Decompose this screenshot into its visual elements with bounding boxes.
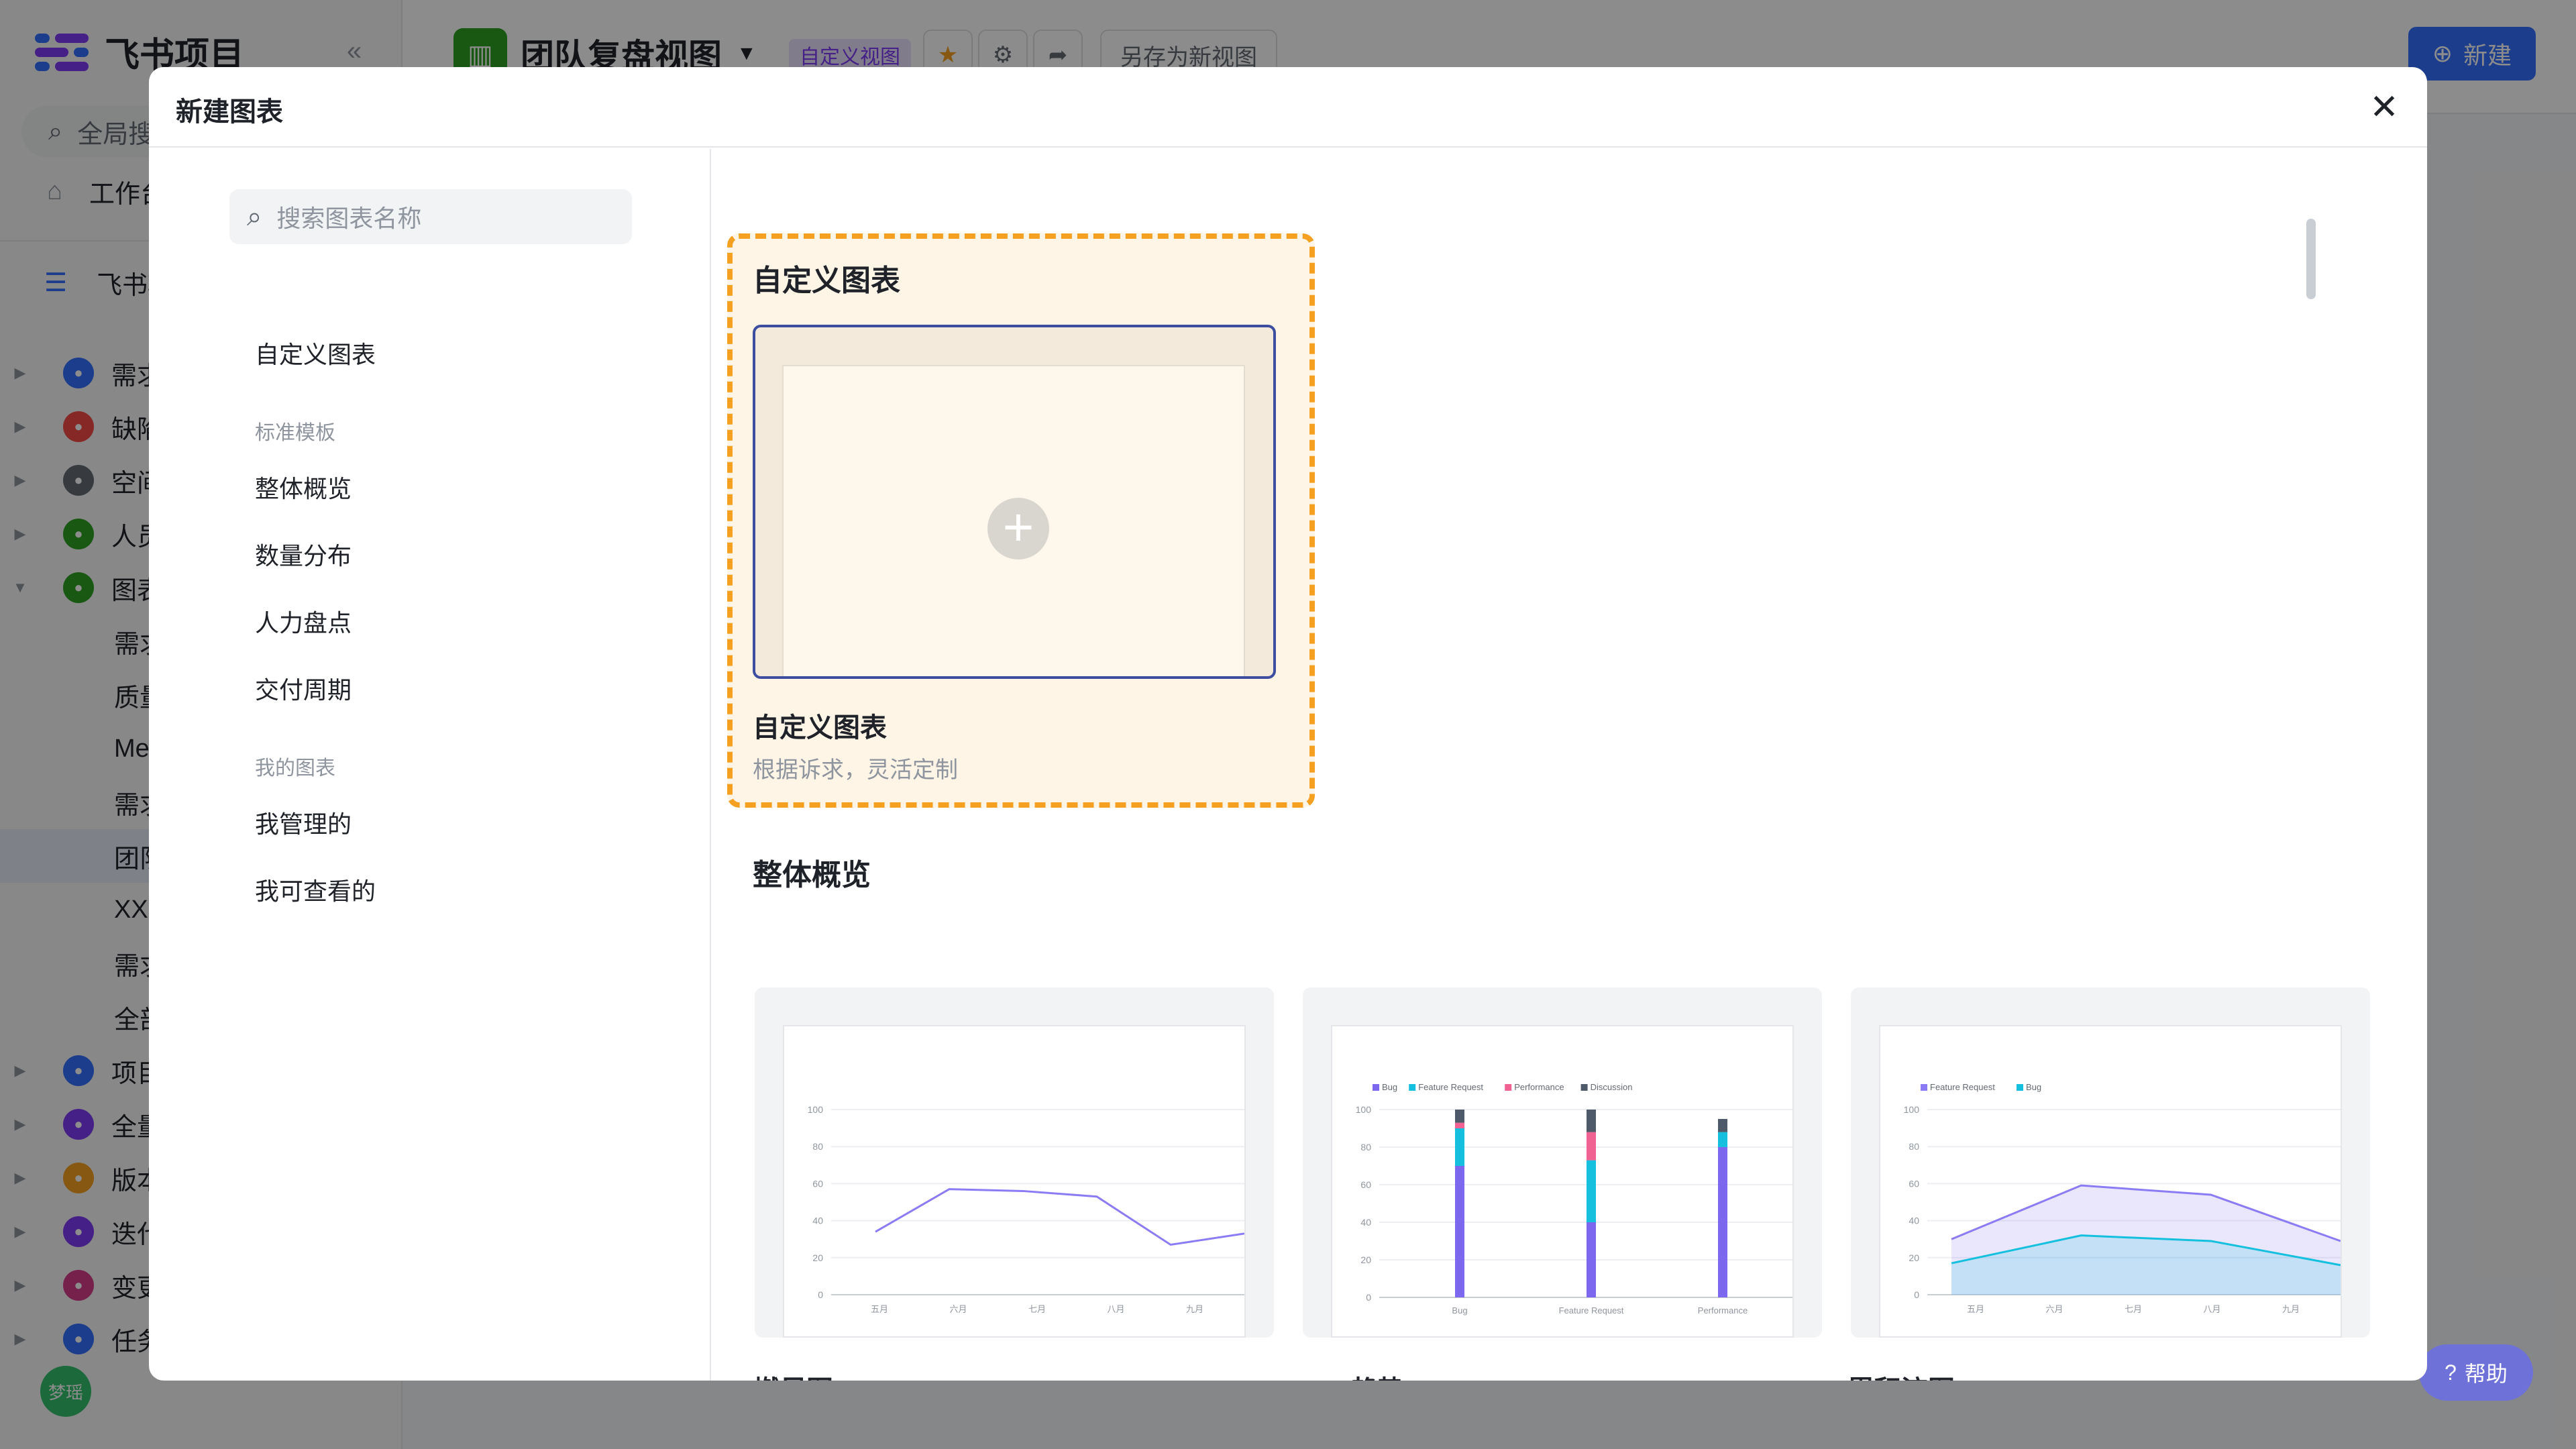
y-tick-label: 0: [1914, 1289, 1919, 1300]
y-tick-label: 80: [1360, 1142, 1371, 1152]
y-tick-label: 20: [1360, 1254, 1371, 1265]
y-tick-label: 80: [812, 1141, 823, 1152]
category-managed-by-me[interactable]: 我管理的: [255, 805, 352, 840]
bar-segment: [1455, 1110, 1464, 1123]
overview-section-title: 整体概览: [753, 859, 871, 892]
category-staffing[interactable]: 人力盘点: [255, 604, 352, 639]
y-tick-label: 60: [1909, 1178, 1919, 1189]
y-tick-label: 100: [1904, 1104, 1920, 1115]
legend-label: Feature Request: [1418, 1082, 1483, 1092]
category-group-mine: 我的图表: [255, 757, 335, 780]
series-line: [875, 1188, 1245, 1246]
close-icon[interactable]: ✕: [2363, 86, 2406, 129]
y-tick-label: 40: [1909, 1216, 1919, 1226]
bar-segment: [1455, 1166, 1464, 1297]
x-tick-label: 六月: [2045, 1304, 2063, 1314]
category-overview[interactable]: 整体概览: [255, 470, 352, 504]
bar-segment: [1718, 1119, 1727, 1132]
y-tick-label: 60: [812, 1178, 823, 1189]
legend-swatch: [1409, 1084, 1416, 1091]
y-tick-label: 0: [1366, 1292, 1371, 1303]
chart-category-panel: ⌕ 搜索图表名称 自定义图表 标准模板 整体概览 数量分布 人力盘点 交付周期 …: [149, 149, 711, 1381]
x-tick-label: 八月: [1108, 1304, 1125, 1314]
cumulative-flow-name: 累积流图: [1847, 1368, 1955, 1381]
burndown-chart-card[interactable]: 0 20 40 60 80 100 五月 六月 七月 八月 九月: [755, 987, 1274, 1338]
x-tick-label: Performance: [1698, 1305, 1748, 1316]
legend-label: Bug: [2026, 1082, 2041, 1092]
bar-segment: [1587, 1222, 1596, 1297]
add-chart-icon: +: [987, 498, 1049, 559]
wip-trend-thumbnail: 0 20 40 60 80 100 Bug Feature Request Performanc…: [1356, 1082, 1792, 1316]
legend-label: Performance: [1514, 1082, 1564, 1092]
y-tick-label: 100: [808, 1104, 824, 1115]
category-delivery-cycle[interactable]: 交付周期: [255, 671, 352, 706]
y-tick-label: 20: [812, 1252, 823, 1263]
burndown-chart-name: 燃尽图: [753, 1368, 833, 1381]
custom-card-description: 根据诉求，灵活定制: [753, 757, 958, 783]
new-chart-dialog: 新建图表 ✕ ⌕ 搜索图表名称 自定义图表 标准模板 整体概览 数量分布 人力盘…: [149, 67, 2427, 1381]
custom-section-title: 自定义图表: [753, 264, 900, 297]
custom-chart-thumbnail: +: [782, 365, 1245, 676]
cumulative-flow-thumbnail: 0 20 40 60 80 100 Feature Request Bug 五月 六月 七月 八月 九月: [1904, 1082, 2341, 1314]
x-tick-label: 五月: [1967, 1304, 1984, 1314]
cumulative-flow-card[interactable]: 0 20 40 60 80 100 Feature Request Bug 五月 六月 七月 八月 九月: [1851, 987, 2370, 1338]
category-custom-chart[interactable]: 自定义图表: [255, 335, 376, 370]
x-tick-label: Feature Request: [1559, 1305, 1624, 1316]
legend-swatch: [2017, 1084, 2023, 1091]
y-tick-label: 40: [812, 1216, 823, 1226]
chart-search-placeholder: 搜索图表名称: [276, 205, 422, 232]
legend-swatch: [1505, 1084, 1512, 1091]
bar-segment: [1718, 1132, 1727, 1147]
x-tick-label: 五月: [871, 1304, 888, 1314]
category-group-standard: 标准模板: [255, 422, 335, 444]
category-viewable-by-me[interactable]: 我可查看的: [255, 872, 376, 907]
y-tick-label: 0: [818, 1289, 823, 1300]
legend-label: Discussion: [1591, 1082, 1633, 1092]
bar-segment: [1455, 1122, 1464, 1128]
x-tick-label: 九月: [2282, 1304, 2300, 1314]
x-tick-label: 六月: [949, 1304, 967, 1314]
category-distribution[interactable]: 数量分布: [255, 537, 352, 572]
legend-label: Bug: [1382, 1082, 1397, 1092]
legend-label: Feature Request: [1930, 1082, 1995, 1092]
burndown-chart-thumbnail: 0 20 40 60 80 100 五月 六月 七月 八月 九月: [808, 1104, 1245, 1314]
custom-chart-card[interactable]: +: [753, 325, 1276, 679]
chart-search-input[interactable]: ⌕ 搜索图表名称: [229, 189, 632, 244]
legend-swatch: [1921, 1084, 1927, 1091]
dialog-title: 新建图表: [176, 97, 283, 127]
wip-trend-name: WIP趋势: [1300, 1368, 1405, 1381]
legend-swatch: [1580, 1084, 1588, 1091]
bar-segment: [1587, 1110, 1596, 1132]
x-tick-label: 九月: [1186, 1304, 1203, 1314]
bar-segment: [1455, 1128, 1464, 1166]
y-tick-label: 60: [1360, 1179, 1371, 1190]
bar-segment: [1587, 1132, 1596, 1161]
bar-segment: [1587, 1160, 1596, 1222]
legend-swatch: [1373, 1084, 1379, 1091]
question-icon: ?: [2445, 1360, 2457, 1385]
help-button-label: 帮助: [2464, 1362, 2508, 1386]
bar-segment: [1718, 1147, 1727, 1297]
custom-card-name: 自定义图表: [753, 713, 887, 743]
y-tick-label: 40: [1360, 1217, 1371, 1228]
x-tick-label: 八月: [2204, 1304, 2221, 1314]
wip-trend-card[interactable]: 0 20 40 60 80 100 Bug Feature Request Performanc…: [1303, 987, 1822, 1338]
x-tick-label: 七月: [1028, 1304, 1046, 1314]
y-tick-label: 20: [1909, 1252, 1919, 1263]
dialog-header: 新建图表 ✕: [149, 67, 2427, 148]
search-icon: ⌕: [247, 201, 262, 231]
y-tick-label: 80: [1909, 1141, 1919, 1152]
help-button[interactable]: ? 帮助: [2419, 1344, 2533, 1401]
x-tick-label: Bug: [1452, 1305, 1467, 1316]
gallery-scrollbar[interactable]: [2306, 219, 2316, 299]
y-tick-label: 100: [1356, 1104, 1372, 1115]
x-tick-label: 七月: [2125, 1304, 2142, 1314]
